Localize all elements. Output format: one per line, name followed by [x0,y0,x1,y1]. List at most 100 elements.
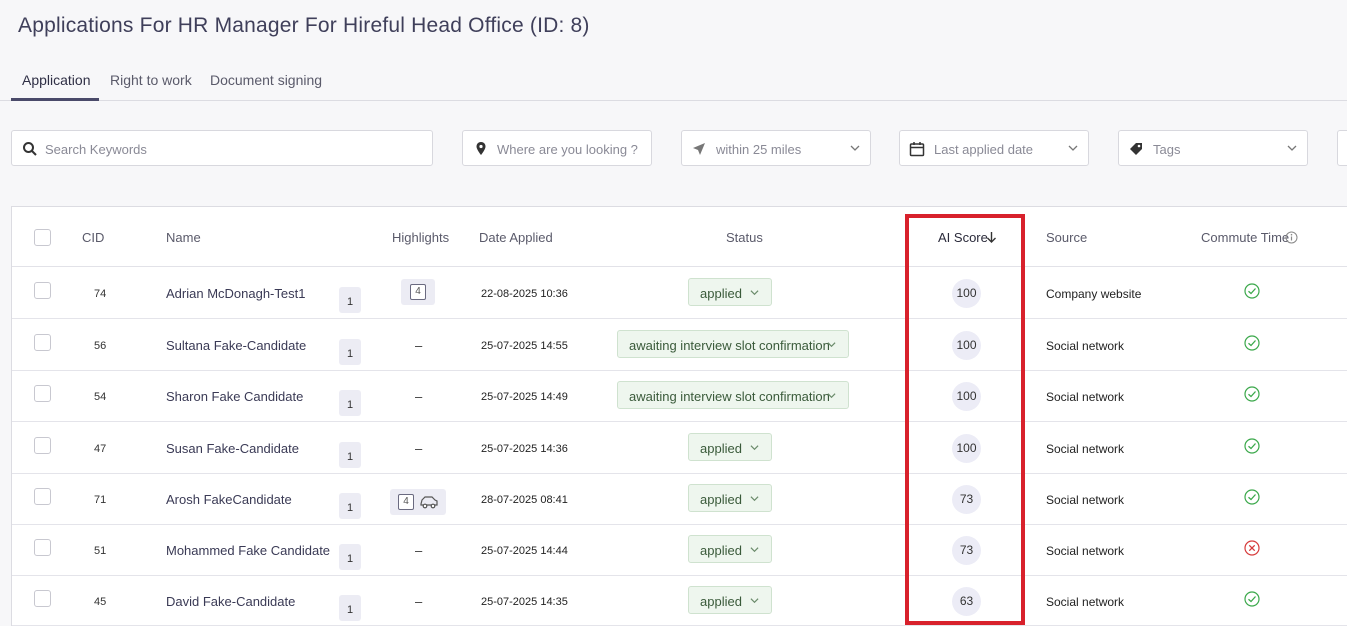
tab-bar: Application Right to work Document signi… [0,64,1347,101]
status-dropdown[interactable]: applied [688,278,772,306]
source: Social network [1046,339,1125,353]
check-circle-icon [1244,591,1260,607]
chevron-down-icon [750,598,759,604]
status-dropdown[interactable]: applied [688,586,772,614]
table-row[interactable]: 47 Susan Fake-Candidate 1 – 25-07-2025 1… [12,422,1347,474]
date-applied: 25-07-2025 14:35 [481,596,568,608]
chevron-down-icon [750,547,759,553]
highlights-badges[interactable]: 4 [401,279,435,305]
header-ai-score[interactable]: AI Score [938,230,996,245]
header-cid[interactable]: CID [82,230,104,245]
search-placeholder: Search Keywords [45,142,147,157]
chevron-down-icon [850,145,860,151]
highlights-empty: – [415,594,423,609]
check-circle-icon [1244,386,1260,402]
source: Social network [1046,544,1125,558]
candidate-name[interactable]: Mohammed Fake Candidate [166,543,330,558]
row-checkbox[interactable] [34,539,51,556]
status-dropdown[interactable]: applied [688,484,772,512]
tab-application[interactable]: Application [22,72,91,88]
status-dropdown[interactable]: applied [688,535,772,563]
select-all-checkbox[interactable] [34,229,51,246]
check-circle-icon [1244,283,1260,299]
status-value: awaiting interview slot confirmation [629,338,830,353]
status-dropdown[interactable]: applied [688,433,772,461]
source: Social network [1046,442,1125,456]
date-applied: 25-07-2025 14:36 [481,443,568,455]
table-row[interactable]: 71 Arosh FakeCandidate 1 4 28-07-2025 08… [12,473,1347,525]
applications-table: CID Name Highlights Date Applied Status … [11,206,1347,626]
table-row[interactable]: 51 Mohammed Fake Candidate 1 – 25-07-202… [12,524,1347,576]
row-checkbox[interactable] [34,334,51,351]
info-icon[interactable] [1285,231,1298,244]
row-checkbox[interactable] [34,385,51,402]
status-dropdown[interactable]: awaiting interview slot confirmation [617,330,849,358]
search-icon [23,142,37,156]
tags-value: Tags [1153,142,1181,157]
source: Social network [1046,595,1125,609]
status-value: applied [700,492,742,507]
location-input[interactable]: Where are you looking ? [462,130,652,166]
header-commute-time: Commute Time [1201,230,1298,245]
candidate-name[interactable]: Sharon Fake Candidate [166,389,303,404]
tab-right-to-work[interactable]: Right to work [110,72,192,88]
chevron-down-icon [1287,145,1297,151]
header-name[interactable]: Name [166,230,201,245]
source: Social network [1046,493,1125,507]
candidate-name[interactable]: David Fake-Candidate [166,594,295,609]
status-value: applied [700,543,742,558]
date-applied: 22-08-2025 10:36 [481,288,568,300]
row-checkbox[interactable] [34,437,51,454]
cross-circle-icon [1244,540,1260,556]
candidate-name[interactable]: Sultana Fake-Candidate [166,338,306,353]
table-row[interactable]: 74 Adrian McDonagh-Test1 1 4 22-08-2025 … [12,267,1347,319]
row-checkbox[interactable] [34,590,51,607]
more-filters-edge[interactable] [1337,130,1347,166]
tag-icon [1130,143,1142,155]
table-row[interactable]: 45 David Fake-Candidate 1 – 25-07-2025 1… [12,575,1347,626]
ai-score-badge: 100 [952,279,981,308]
row-checkbox[interactable] [34,488,51,505]
ai-score-badge: 100 [952,331,981,360]
tab-document-signing[interactable]: Document signing [210,72,322,88]
application-count-badge: 1 [339,493,361,519]
header-commute-label: Commute Time [1201,230,1290,245]
date-select[interactable]: Last applied date [899,130,1089,166]
date-applied: 25-07-2025 14:44 [481,545,568,557]
highlights-badges[interactable]: 4 [390,489,446,515]
chevron-down-icon [750,445,759,451]
cid: 71 [94,494,107,506]
cid: 45 [94,596,107,608]
header-highlights: Highlights [392,230,450,245]
ai-score-badge: 63 [952,587,981,616]
check-circle-icon [1244,438,1260,454]
status-dropdown[interactable]: awaiting interview slot confirmation [617,381,849,409]
highlights-empty: – [415,338,423,353]
cid: 51 [94,545,107,557]
source: Social network [1046,390,1125,404]
header-source[interactable]: Source [1046,230,1087,245]
source: Company website [1046,287,1142,301]
chevron-down-icon [827,393,836,399]
candidate-name[interactable]: Susan Fake-Candidate [166,441,299,456]
cid: 47 [94,443,107,455]
header-date-applied[interactable]: Date Applied [479,230,553,245]
header-status[interactable]: Status [726,230,763,245]
highlights-empty: – [415,543,423,558]
check-circle-icon [1244,489,1260,505]
date-value: Last applied date [934,142,1034,157]
table-row[interactable]: 56 Sultana Fake-Candidate 1 – 25-07-2025… [12,319,1347,371]
application-count-badge: 1 [339,287,361,313]
table-row[interactable]: 54 Sharon Fake Candidate 1 – 25-07-2025 … [12,370,1347,422]
chevron-down-icon [750,496,759,502]
candidate-name[interactable]: Arosh FakeCandidate [166,492,292,507]
row-checkbox[interactable] [34,282,51,299]
candidate-name[interactable]: Adrian McDonagh-Test1 [166,286,305,301]
document-icon: 4 [398,494,414,510]
tags-select[interactable]: Tags [1118,130,1308,166]
radius-select[interactable]: within 25 miles [681,130,871,166]
date-applied: 25-07-2025 14:55 [481,340,568,352]
ai-score-badge: 100 [952,434,981,463]
date-applied: 28-07-2025 08:41 [481,494,568,506]
search-input[interactable]: Search Keywords [11,130,433,166]
